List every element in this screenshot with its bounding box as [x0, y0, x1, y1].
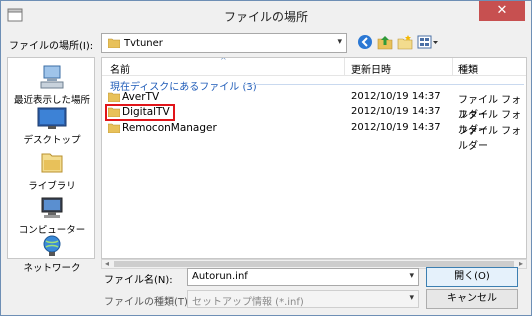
chevron-down-icon: ▾: [337, 37, 342, 47]
scroll-left-icon[interactable]: ◂: [105, 259, 109, 268]
group-divider: [244, 84, 524, 85]
place-network-label: ネットワーク: [23, 263, 81, 274]
filetype-select[interactable]: セットアップ情報 (*.inf) ▾: [187, 290, 419, 308]
libraries-icon: [41, 153, 63, 173]
folder-icon: [108, 107, 120, 117]
close-button[interactable]: ✕: [479, 1, 525, 21]
column-date-header[interactable]: 更新日時: [351, 61, 391, 76]
location-value: Tvtuner: [124, 38, 163, 49]
list-header: 名前 ^ 更新日時 種類: [102, 58, 526, 76]
folder-icon: [108, 123, 120, 133]
filename-input[interactable]: Autorun.inf ▾: [187, 268, 419, 286]
new-folder-icon[interactable]: [397, 34, 413, 50]
recent-places-icon: [40, 65, 64, 89]
filename-label: ファイル名(N):: [104, 275, 173, 286]
back-icon[interactable]: [357, 34, 373, 50]
column-type-header[interactable]: 種類: [458, 61, 478, 76]
list-item[interactable]: DigitalTV 2012/10/19 14:37 ファイル フォルダー: [102, 104, 526, 136]
place-recent[interactable]: 最近表示した場所: [8, 64, 96, 106]
file-open-dialog: ファイルの場所 ✕ ファイルの場所(I): Tvtuner ▾ 最近表示した場所…: [0, 0, 532, 316]
location-bar: ファイルの場所(I): Tvtuner ▾: [7, 33, 527, 53]
place-recent-label: 最近表示した場所: [13, 95, 90, 106]
list-item[interactable]: RemoconManager 2012/10/19 14:37 ファイル フォル…: [102, 120, 526, 152]
place-desktop[interactable]: デスクトップ: [8, 106, 96, 146]
place-libraries[interactable]: ライブラリ: [8, 150, 96, 192]
places-bar: 最近表示した場所 デスクトップ ライブラリ コンピューター ネットワーク: [7, 57, 96, 274]
up-folder-icon[interactable]: [377, 34, 393, 50]
file-date: 2012/10/19 14:37: [351, 106, 441, 117]
window-title: ファイルの場所: [223, 10, 308, 24]
view-menu-icon[interactable]: [417, 34, 439, 50]
cancel-button[interactable]: キャンセル: [426, 289, 518, 309]
scroll-right-icon[interactable]: ▸: [519, 259, 523, 268]
file-name: RemoconManager: [122, 122, 217, 134]
chevron-down-icon[interactable]: ▾: [409, 271, 414, 281]
column-name-header[interactable]: 名前: [110, 61, 130, 76]
network-icon: [43, 235, 61, 256]
column-separator[interactable]: [344, 58, 345, 76]
file-list[interactable]: 名前 ^ 更新日時 種類 現在ディスクにあるファイル (3) AverTV 20…: [101, 57, 527, 259]
place-libraries-label: ライブラリ: [28, 181, 76, 192]
desktop-icon: [37, 107, 67, 129]
filename-value: Autorun.inf: [192, 271, 248, 282]
file-name: DigitalTV: [122, 106, 170, 118]
title-bar[interactable]: ファイルの場所 ✕: [1, 1, 531, 31]
location-label: ファイルの場所(I):: [9, 41, 94, 52]
open-button[interactable]: 開く(O): [426, 267, 518, 287]
folder-icon: [108, 38, 120, 48]
computer-icon: [41, 197, 63, 218]
folder-icon: [108, 92, 120, 102]
place-computer[interactable]: コンピューター: [8, 196, 96, 236]
file-date: 2012/10/19 14:37: [351, 122, 441, 133]
filetype-value: セットアップ情報 (*.inf): [192, 297, 304, 308]
place-desktop-label: デスクトップ: [23, 135, 81, 146]
location-combobox[interactable]: Tvtuner ▾: [101, 33, 347, 53]
place-network[interactable]: ネットワーク: [8, 234, 96, 274]
file-date: 2012/10/19 14:37: [351, 91, 441, 102]
column-separator[interactable]: [452, 58, 453, 76]
file-name: AverTV: [122, 91, 160, 103]
file-type: ファイル フォルダー: [458, 126, 522, 152]
chevron-down-icon: ▾: [409, 293, 414, 303]
filetype-label: ファイルの種類(T):: [104, 297, 192, 308]
sort-ascending-icon: ^: [220, 57, 227, 65]
list-item[interactable]: AverTV 2012/10/19 14:37 ファイル フォルダー: [102, 89, 526, 121]
